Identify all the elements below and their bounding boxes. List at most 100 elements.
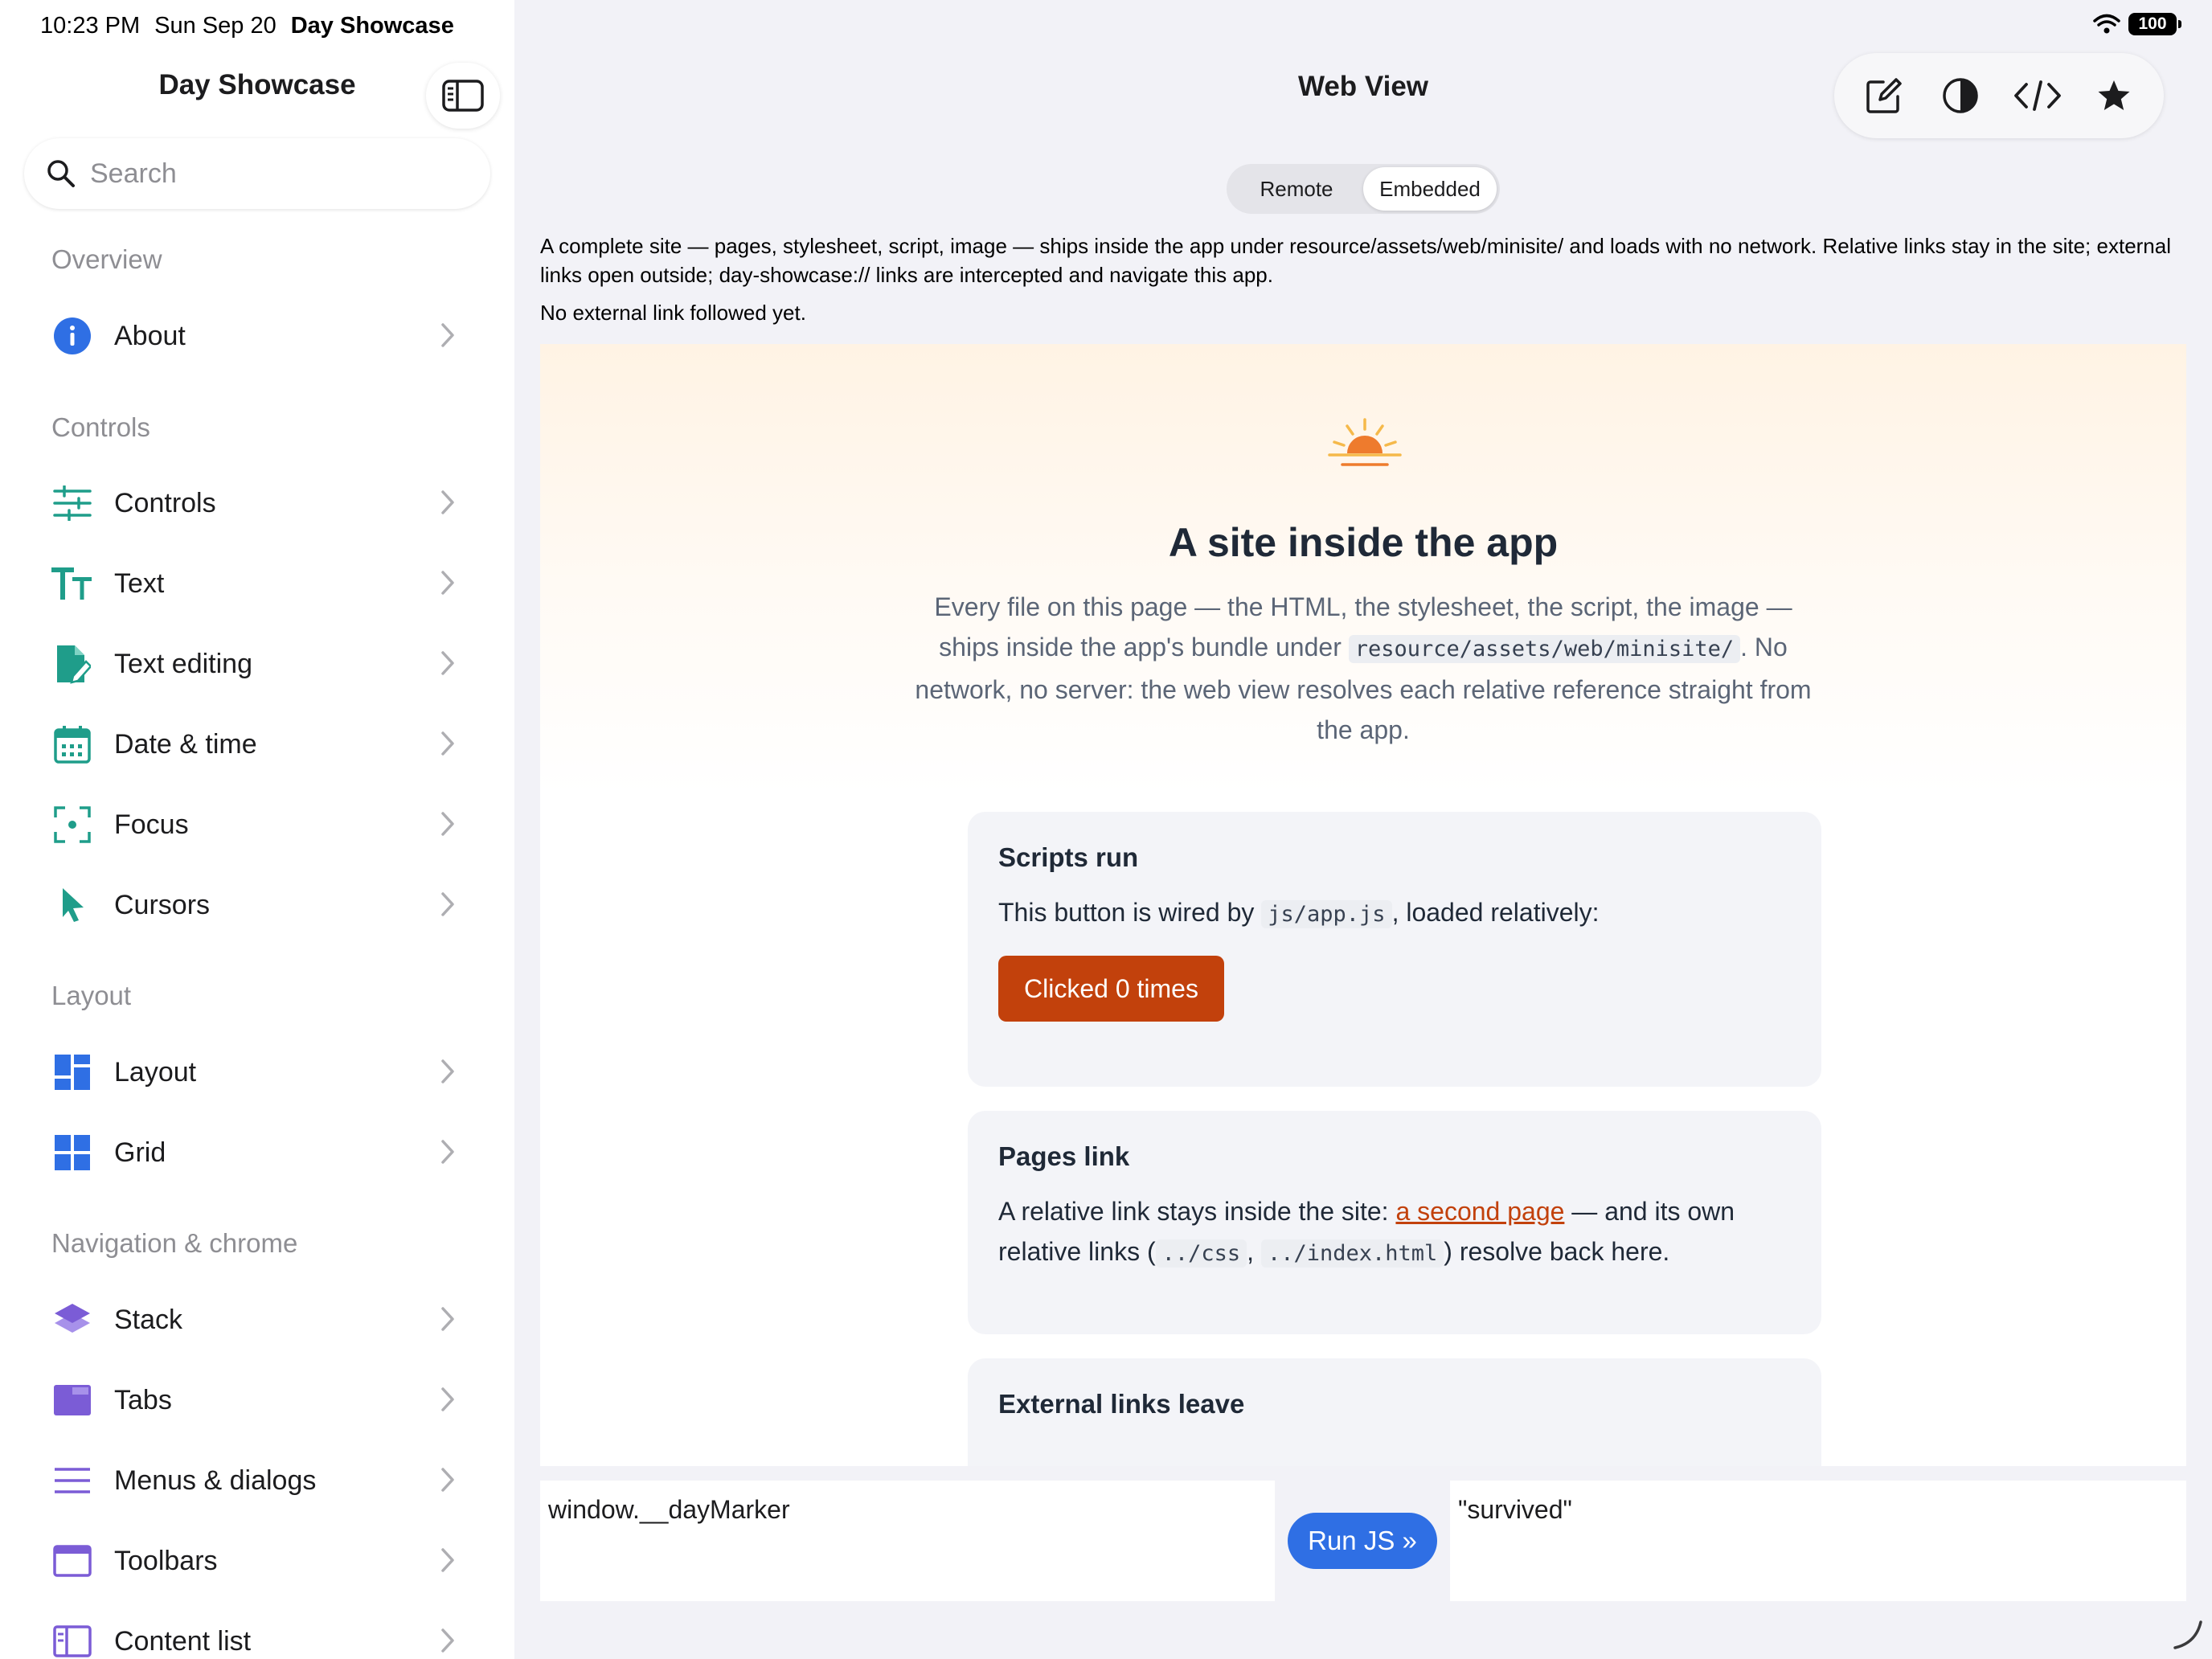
toolbar-icon — [51, 1540, 93, 1582]
stack-icon — [51, 1299, 93, 1341]
chevron-right-icon — [441, 1307, 454, 1331]
status-time: 10:23 PM — [40, 13, 141, 39]
wifi-icon — [2093, 14, 2120, 34]
chevron-right-icon — [441, 1468, 454, 1492]
sidebar-item-label: Toolbars — [114, 1545, 218, 1576]
source-segmented-control: Remote Embedded — [1227, 164, 1500, 214]
sidebar-item-date-time[interactable]: Date & time — [24, 708, 490, 780]
sidebar-item-text-editing[interactable]: Text editing — [24, 628, 490, 700]
sidebar-item-text[interactable]: Text — [24, 547, 490, 620]
sidebar-item-label: Grid — [114, 1137, 166, 1168]
info-icon — [51, 315, 93, 357]
card-text: A relative link stays inside the site: a… — [998, 1197, 1735, 1268]
contrast-icon — [1943, 78, 1978, 113]
layout-icon — [51, 1051, 93, 1093]
section-header-layout: Layout — [51, 981, 132, 1010]
segment-remote[interactable]: Remote — [1230, 167, 1363, 211]
chevron-right-icon — [441, 651, 454, 675]
card-code-index: ../index.html — [1260, 1239, 1444, 1268]
chevron-right-icon — [441, 1548, 454, 1572]
sidebar-item-label: About — [114, 320, 186, 351]
chevron-right-icon — [441, 731, 454, 756]
sidebar-item-label: Date & time — [114, 728, 257, 760]
card-code-css: ../css — [1155, 1239, 1247, 1268]
sidebar-item-focus[interactable]: Focus — [24, 789, 490, 861]
chevron-right-icon — [441, 323, 454, 347]
card-title: External links leave — [998, 1389, 1245, 1419]
resize-handle-icon[interactable] — [2172, 1619, 2204, 1651]
code-icon — [2013, 80, 2061, 111]
sidebar-item-label: Menus & dialogs — [114, 1464, 317, 1496]
second-page-link[interactable]: a second page — [1395, 1197, 1564, 1226]
web-lead-paragraph: Every file on this page — the HTML, the … — [905, 587, 1821, 750]
sidebar-item-tabs[interactable]: Tabs — [24, 1364, 490, 1436]
segment-embedded[interactable]: Embedded — [1363, 167, 1497, 211]
js-input[interactable]: window.__dayMarker — [540, 1481, 1275, 1601]
sidebar-item-label: Text editing — [114, 648, 252, 679]
sunrise-icon — [1328, 418, 1402, 466]
sidebar-item-grid[interactable]: Grid — [24, 1116, 490, 1189]
run-js-button[interactable]: Run JS » — [1288, 1513, 1437, 1569]
sliders-icon — [51, 482, 93, 524]
status-app: Day Showcase — [290, 13, 454, 39]
search-field[interactable] — [24, 138, 490, 209]
chevron-right-icon — [441, 490, 454, 514]
sidebar-item-label: Stack — [114, 1304, 183, 1335]
sidebar-item-content-list[interactable]: Content list — [24, 1605, 490, 1659]
content-list-icon — [51, 1620, 93, 1659]
chevron-right-icon — [441, 571, 454, 595]
card-scripts-run: Scripts run This button is wired by js/a… — [968, 812, 1821, 1087]
sidebar-icon — [442, 80, 484, 112]
battery-indicator: 100 — [2128, 13, 2181, 35]
web-lead-code: resource/assets/web/minisite/ — [1348, 635, 1741, 663]
star-icon — [2098, 80, 2130, 110]
web-view[interactable]: A site inside the app Every file on this… — [540, 344, 2186, 1466]
view-source-button[interactable] — [2005, 63, 2070, 128]
tabs-icon — [51, 1379, 93, 1421]
toolbar — [1834, 53, 2164, 138]
menu-icon — [51, 1460, 93, 1501]
doc-edit-icon — [51, 643, 93, 685]
card-text: This button is wired by js/app.js, loade… — [998, 898, 1600, 928]
appearance-button[interactable] — [1928, 63, 1993, 128]
sidebar-toggle-button[interactable] — [426, 63, 500, 129]
focus-icon — [51, 804, 93, 846]
sidebar-item-about[interactable]: About — [24, 300, 490, 372]
search-icon — [47, 160, 75, 187]
compose-button[interactable] — [1852, 63, 1916, 128]
web-page-title: A site inside the app — [1168, 520, 1559, 565]
search-input[interactable] — [90, 158, 460, 190]
sidebar-item-controls[interactable]: Controls — [24, 467, 490, 539]
sidebar: 10:23 PM Sun Sep 20 Day Showcase Day Showc… — [0, 0, 514, 1659]
sidebar-item-label: Focus — [114, 809, 189, 840]
section-header-controls: Controls — [51, 412, 150, 442]
chevron-right-icon — [441, 1387, 454, 1411]
chevron-right-icon — [441, 1059, 454, 1083]
card-pages-link: Pages link A relative link stays inside … — [968, 1111, 1821, 1334]
card-title: Scripts run — [998, 842, 1139, 872]
status-bar-left: 10:23 PM Sun Sep 20 Day Showcase — [40, 13, 454, 39]
sidebar-item-layout[interactable]: Layout — [24, 1036, 490, 1108]
compose-icon — [1866, 78, 1902, 113]
sidebar-item-toolbars[interactable]: Toolbars — [24, 1525, 490, 1597]
section-header-navigation: Navigation & chrome — [51, 1228, 298, 1258]
status-date: Sun Sep 20 — [154, 13, 276, 39]
detail-pane: 100 Web View Remote Embedded A complete … — [514, 0, 2212, 1659]
sidebar-item-label: Cursors — [114, 889, 211, 920]
cursor-icon — [51, 884, 93, 926]
sidebar-item-menus-dialogs[interactable]: Menus & dialogs — [24, 1444, 490, 1517]
section-header-overview: Overview — [51, 244, 162, 274]
card-title: Pages link — [998, 1141, 1130, 1171]
sidebar-item-cursors[interactable]: Cursors — [24, 869, 490, 941]
chevron-right-icon — [441, 1628, 454, 1653]
click-counter-button[interactable]: Clicked 0 times — [998, 956, 1224, 1022]
sidebar-item-label: Tabs — [114, 1384, 172, 1415]
sidebar-item-label: Content list — [114, 1625, 252, 1657]
chevron-right-icon — [441, 1140, 454, 1164]
link-status-text: No external link followed yet. — [540, 301, 806, 325]
text-size-icon — [51, 563, 93, 604]
favorite-button[interactable] — [2082, 63, 2146, 128]
status-bar-right: 100 — [2093, 13, 2181, 35]
sidebar-item-stack[interactable]: Stack — [24, 1284, 490, 1356]
sidebar-item-label: Text — [114, 567, 165, 599]
